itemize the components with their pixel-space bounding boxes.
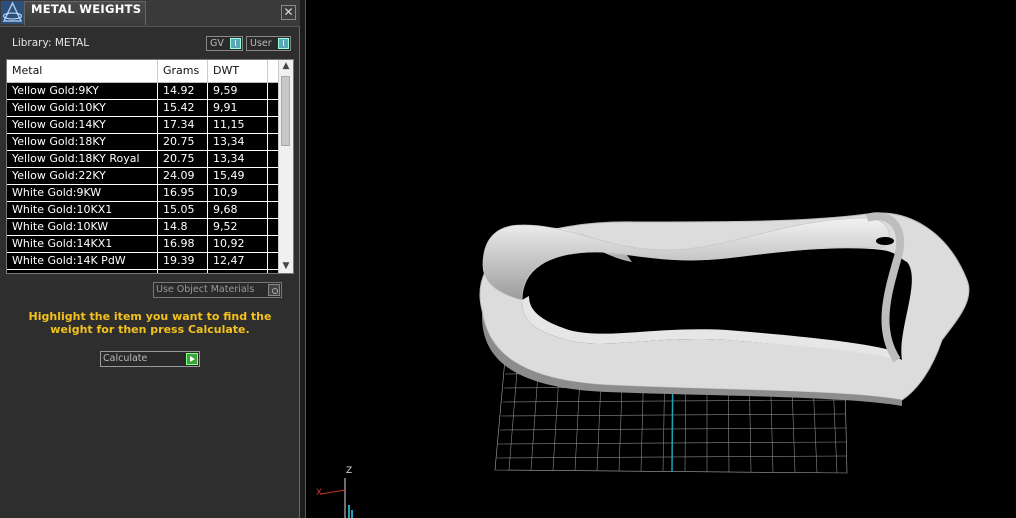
cell-metal: Yellow Gold:14KY: [7, 117, 158, 133]
cell-grams: 15.05: [158, 202, 208, 218]
user-toggle[interactable]: User I: [246, 36, 291, 51]
column-header-dwt[interactable]: DWT: [208, 60, 268, 82]
scroll-down-icon[interactable]: ▼: [279, 260, 293, 273]
cell-dwt: 10,9: [208, 185, 268, 201]
table-header: Metal Grams DWT: [7, 60, 279, 83]
viewport-scene: [320, 212, 970, 518]
table-row[interactable]: Yellow Gold:10KY 15.42 9,91: [7, 100, 279, 117]
scroll-up-icon[interactable]: ▲: [279, 60, 293, 73]
cell-grams: 16.98: [158, 236, 208, 252]
cell-grams: 19.39: [158, 253, 208, 269]
cell-dwt: 9,52: [208, 219, 268, 235]
cell-dwt: 13,34: [208, 151, 268, 167]
z-axis-label: Z: [346, 466, 353, 476]
cell-grams: 20.75: [158, 134, 208, 150]
column-header-grams[interactable]: Grams: [158, 60, 208, 82]
cell-metal: White Gold:14KW: [7, 270, 158, 273]
library-label: Library: METAL: [12, 37, 90, 49]
cell-dwt: 9,09: [208, 270, 268, 273]
table-row[interactable]: Yellow Gold:14KY 17.34 11,15: [7, 117, 279, 134]
cell-dwt: 15,49: [208, 168, 268, 184]
table-scrollbar[interactable]: ▲ ▼: [278, 60, 293, 273]
table-row[interactable]: Yellow Gold:18KY 20.75 13,34: [7, 134, 279, 151]
cell-metal: White Gold:10KX1: [7, 202, 158, 218]
scroll-thumb[interactable]: [281, 76, 290, 146]
cell-dwt: 13,34: [208, 134, 268, 150]
calculate-label: Calculate: [103, 353, 148, 364]
cell-grams: 15.85: [158, 270, 208, 273]
cell-grams: 15.42: [158, 100, 208, 116]
table-rows: Yellow Gold:9KY 14.92 9,59 Yellow Gold:10KY…: [7, 83, 279, 273]
cell-grams: 16.95: [158, 185, 208, 201]
table-row[interactable]: White Gold:10KW 14.8 9,52: [7, 219, 279, 236]
cell-metal: White Gold:14KX1: [7, 236, 158, 252]
column-header-metal[interactable]: Metal: [7, 60, 158, 82]
use-object-materials-toggle[interactable]: Use Object Materials: [153, 282, 282, 298]
table-row[interactable]: White Gold:14KW15.859,09: [7, 270, 279, 273]
cell-dwt: 11,15: [208, 117, 268, 133]
cell-metal: Yellow Gold:10KY: [7, 100, 158, 116]
title-bar: METAL WEIGHTS ✕: [0, 0, 300, 27]
cell-dwt: 9,91: [208, 100, 268, 116]
table-row[interactable]: Yellow Gold:18KY Royal 20.75 13,34: [7, 151, 279, 168]
panel-title: METAL WEIGHTS: [31, 2, 142, 16]
cell-metal: Yellow Gold:18KY Royal: [7, 151, 158, 167]
cell-metal: White Gold:10KW: [7, 219, 158, 235]
cell-metal: Yellow Gold:9KY: [7, 83, 158, 99]
cell-grams: 14.8: [158, 219, 208, 235]
metal-table[interactable]: Metal Grams DWT Yellow Gold:9KY 14.92 9,59…: [6, 59, 294, 274]
app-logo-icon: [1, 1, 24, 24]
cell-grams: 14.92: [158, 83, 208, 99]
table-row[interactable]: Yellow Gold:9KY 14.92 9,59: [7, 83, 279, 100]
cell-metal: White Gold:9KW: [7, 185, 158, 201]
table-row[interactable]: White Gold:10KX1 15.05 9,68: [7, 202, 279, 219]
table-row[interactable]: Yellow Gold:22KY 24.09 15,49: [7, 168, 279, 185]
cell-dwt: 10,92: [208, 236, 268, 252]
close-icon: ✕: [283, 5, 294, 19]
close-button[interactable]: ✕: [281, 5, 296, 20]
calculate-button[interactable]: Calculate: [100, 351, 200, 367]
table-row[interactable]: White Gold:14K PdW 19.39 12,47: [7, 253, 279, 270]
cell-dwt: 12,47: [208, 253, 268, 269]
cell-grams: 17.34: [158, 117, 208, 133]
gv-toggle-label: GV: [210, 38, 224, 49]
user-toggle-knob-icon: I: [278, 38, 289, 49]
gv-toggle-knob-icon: I: [230, 38, 241, 49]
cell-grams: 20.75: [158, 151, 208, 167]
3d-viewport[interactable]: [307, 0, 1016, 518]
cell-dwt: 9,68: [208, 202, 268, 218]
table-row[interactable]: White Gold:9KW 16.95 10,9: [7, 185, 279, 202]
cell-metal: White Gold:14K PdW: [7, 253, 158, 269]
cell-grams: 24.09: [158, 168, 208, 184]
cell-metal: Yellow Gold:18KY: [7, 134, 158, 150]
use-object-materials-label: Use Object Materials: [156, 284, 255, 295]
instruction-text: Highlight the item you want to find the …: [28, 310, 272, 336]
axis-gizmo-icon: [320, 478, 353, 518]
x-axis-label: X: [316, 488, 323, 498]
user-toggle-label: User: [250, 38, 272, 49]
play-arrow-icon: [186, 353, 198, 365]
metal-weights-panel: METAL WEIGHTS ✕ Library: METAL GV I User…: [0, 0, 300, 518]
panel-splitter[interactable]: [300, 0, 306, 518]
gv-toggle[interactable]: GV I: [206, 36, 243, 51]
cell-dwt: 9,59: [208, 83, 268, 99]
radio-icon: [268, 284, 280, 296]
cell-metal: Yellow Gold:22KY: [7, 168, 158, 184]
ring-model[interactable]: [479, 212, 970, 406]
table-row[interactable]: White Gold:14KX1 16.98 10,92: [7, 236, 279, 253]
